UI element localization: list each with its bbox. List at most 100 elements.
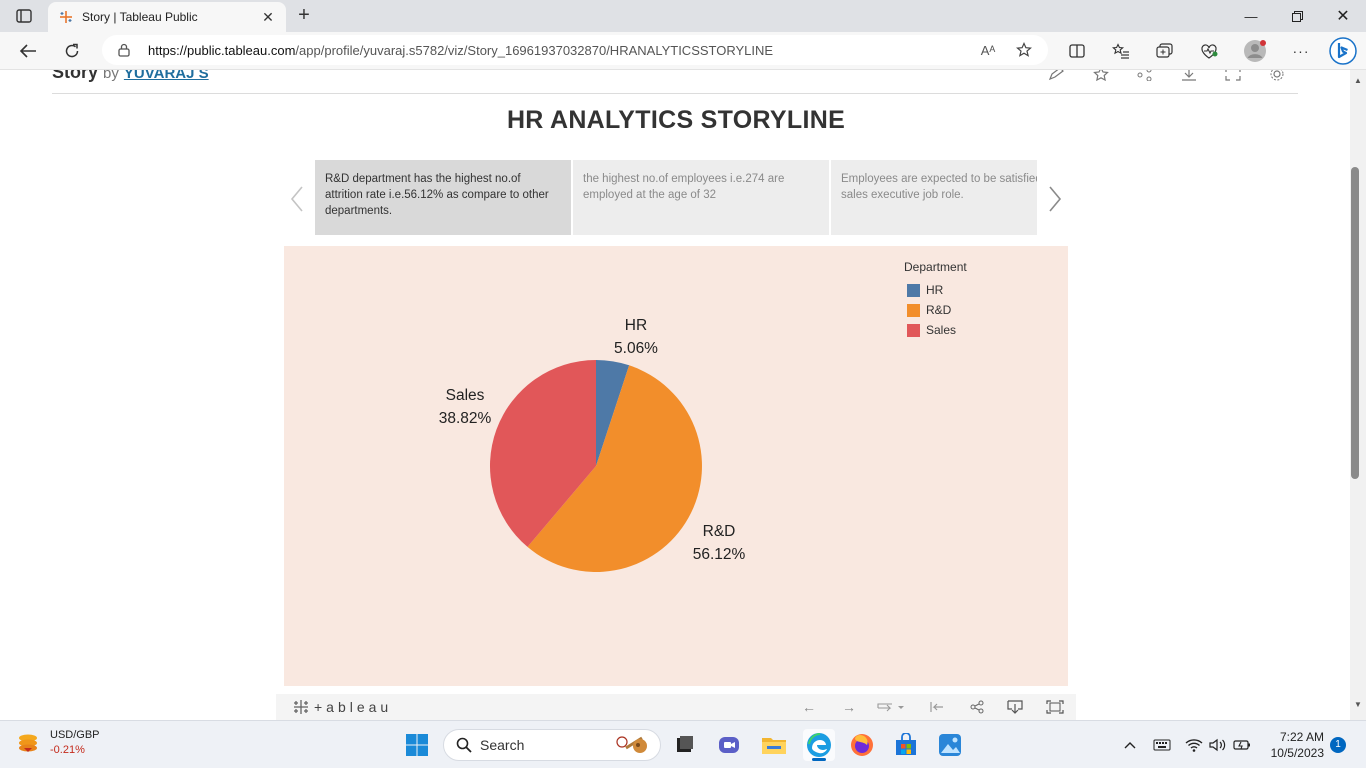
file-explorer-icon[interactable] xyxy=(758,729,790,761)
by-label: by xyxy=(103,70,119,82)
split-screen-icon[interactable] xyxy=(1064,39,1090,63)
favorites-list-icon[interactable] xyxy=(1108,39,1134,63)
slice-label-rd-value: 56.12% xyxy=(692,546,746,563)
volume-icon[interactable] xyxy=(1208,735,1228,755)
legend-title: Department xyxy=(904,260,967,274)
slice-label-hr-name: HR xyxy=(624,317,648,334)
slice-label-sales: Sales 38.82% xyxy=(432,384,498,430)
microsoft-store-icon[interactable] xyxy=(890,729,922,761)
share-view-icon[interactable] xyxy=(966,698,988,716)
back-icon[interactable] xyxy=(15,39,41,63)
redo-icon[interactable]: → xyxy=(838,698,860,716)
show-hidden-icons-icon[interactable] xyxy=(1120,735,1140,755)
slice-label-sales-name: Sales xyxy=(445,387,485,404)
clock-date: 10/5/2023 xyxy=(1270,746,1324,760)
tab-actions-icon[interactable] xyxy=(10,6,38,26)
favorite-star-icon[interactable] xyxy=(1010,35,1038,65)
taskbar-search-box[interactable]: Search xyxy=(443,729,661,761)
legend-swatch-sales xyxy=(907,323,920,337)
ticker-change: -0.21% xyxy=(50,744,85,756)
slice-label-hr-value: 5.06% xyxy=(614,340,658,357)
legend-label-rd: R&D xyxy=(926,303,952,317)
tab-close-icon[interactable]: ✕ xyxy=(260,9,276,26)
page-content: Story by YUVARAJ S HR ANALYTICS STORYLIN… xyxy=(0,70,1366,720)
battery-icon[interactable] xyxy=(1232,735,1252,755)
tableau-logo-icon xyxy=(294,700,308,714)
browser-toolbar: https://public.tableau.com/app/profile/y… xyxy=(0,32,1366,70)
lock-icon[interactable] xyxy=(118,43,134,57)
favorite-icon[interactable] xyxy=(1090,70,1112,84)
legend-item-hr[interactable]: HR xyxy=(907,280,967,300)
notification-badge[interactable]: 1 xyxy=(1330,737,1346,753)
download-view-icon[interactable] xyxy=(1004,698,1026,716)
pie-chart-viz: Department HR R&D Sales HR 5.06% R&D 56.… xyxy=(284,246,1068,686)
system-clock[interactable]: 7:22 AM 10/5/2023 xyxy=(1262,729,1324,761)
address-bar[interactable]: https://public.tableau.com/app/profile/y… xyxy=(102,35,1048,65)
browser-tab-active[interactable]: Story | Tableau Public ✕ xyxy=(48,2,286,32)
story-header: Story by YUVARAJ S xyxy=(52,70,209,83)
prev-story-point-icon[interactable] xyxy=(287,182,307,216)
currency-coins-icon xyxy=(19,734,37,752)
download-icon[interactable] xyxy=(1178,70,1200,84)
search-label: Search xyxy=(480,737,525,753)
url-host: https://public.tableau.com xyxy=(148,42,296,58)
read-aloud-icon[interactable]: Aᴬ xyxy=(974,35,1002,65)
story-point-1[interactable]: R&D department has the highest no.of att… xyxy=(315,160,571,235)
new-tab-button[interactable]: + xyxy=(292,5,316,27)
ticker-widget[interactable]: USD/GBP -0.21% xyxy=(16,728,100,758)
maximize-button[interactable] xyxy=(1274,0,1320,32)
tableau-logo[interactable]: +ableau xyxy=(292,698,392,716)
search-highlight-icon xyxy=(616,736,647,753)
minimize-button[interactable]: — xyxy=(1228,0,1274,32)
scroll-up-icon[interactable]: ▲ xyxy=(1350,74,1366,88)
legend-label-hr: HR xyxy=(926,283,944,297)
fullscreen-view-icon[interactable] xyxy=(1044,698,1066,716)
legend-swatch-hr xyxy=(907,283,920,297)
legend-item-rd[interactable]: R&D xyxy=(907,300,967,320)
teams-chat-icon[interactable] xyxy=(713,729,745,761)
fullscreen-icon[interactable] xyxy=(1222,70,1244,84)
url-path: /app/profile/yuvaraj.s5782/viz/Story_169… xyxy=(295,42,774,58)
header-divider xyxy=(52,93,1298,94)
photos-app-icon[interactable] xyxy=(934,729,966,761)
bing-copilot-icon[interactable] xyxy=(1328,36,1358,66)
legend-swatch-rd xyxy=(907,303,920,317)
scroll-thumb[interactable] xyxy=(1351,167,1359,479)
close-window-button[interactable]: ✕ xyxy=(1320,0,1366,32)
clock-time: 7:22 AM xyxy=(1279,730,1324,744)
story-label: Story xyxy=(52,70,99,82)
search-icon xyxy=(456,737,472,753)
tableau-favicon-icon xyxy=(58,9,74,25)
tab-title: Story | Tableau Public xyxy=(82,10,198,24)
keyboard-icon[interactable] xyxy=(1150,735,1174,755)
share-icon[interactable] xyxy=(1134,70,1156,84)
profile-avatar-icon[interactable] xyxy=(1242,39,1268,63)
tableau-toolbar: +ableau ← → xyxy=(276,694,1076,720)
url-text: https://public.tableau.com/app/profile/y… xyxy=(148,43,773,58)
wifi-icon[interactable] xyxy=(1184,735,1204,755)
next-story-point-icon[interactable] xyxy=(1045,182,1065,216)
more-menu-icon[interactable]: ··· xyxy=(1288,39,1314,63)
author-link[interactable]: YUVARAJ S xyxy=(124,70,209,82)
story-point-2[interactable]: the highest no.of employees i.e.274 are … xyxy=(573,160,829,235)
firefox-icon[interactable] xyxy=(846,729,878,761)
ticker-name: USD/GBP xyxy=(50,729,100,741)
collections-icon[interactable] xyxy=(1152,39,1178,63)
start-button-icon[interactable] xyxy=(401,729,433,761)
story-point-3[interactable]: Employees are expected to be satisfied i… xyxy=(831,160,1037,235)
slice-label-hr: HR 5.06% xyxy=(606,314,666,360)
edit-icon[interactable] xyxy=(1046,70,1068,84)
reset-icon[interactable] xyxy=(926,698,948,716)
slice-label-rd-name: R&D xyxy=(702,523,736,540)
refresh-icon[interactable] xyxy=(59,39,85,63)
settings-gear-icon[interactable] xyxy=(1266,70,1288,84)
task-view-icon[interactable] xyxy=(668,729,700,761)
revert-icon[interactable] xyxy=(874,698,908,716)
undo-icon[interactable]: ← xyxy=(798,698,820,716)
story-title: HR ANALYTICS STORYLINE xyxy=(506,106,846,134)
scroll-down-icon[interactable]: ▼ xyxy=(1350,698,1366,712)
browser-essentials-icon[interactable] xyxy=(1196,39,1222,63)
story-points-navigator: R&D department has the highest no.of att… xyxy=(315,160,1037,235)
legend-item-sales[interactable]: Sales xyxy=(907,320,967,340)
edge-browser-icon[interactable] xyxy=(803,729,835,761)
